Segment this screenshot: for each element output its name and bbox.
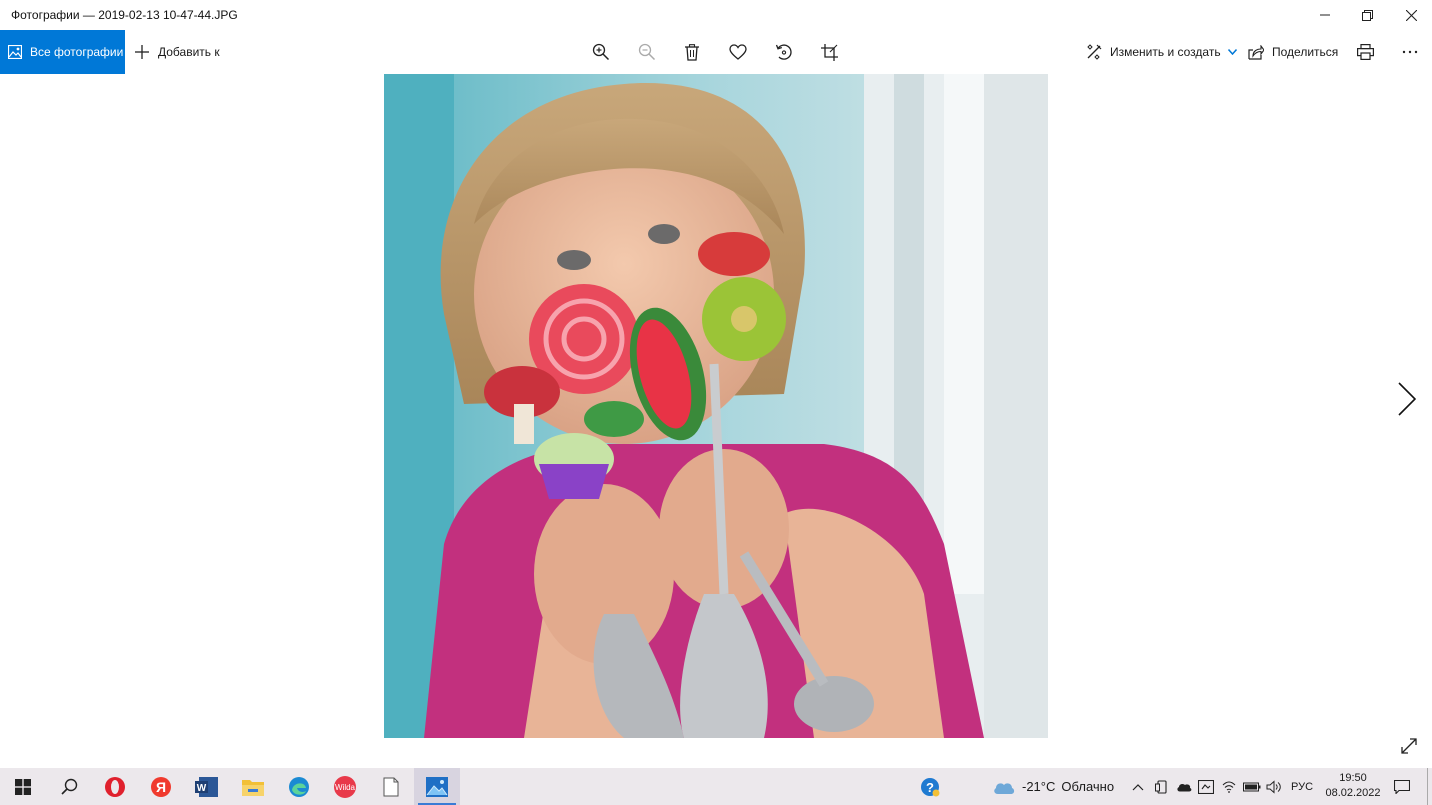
rotate-icon	[775, 44, 792, 60]
search-button[interactable]	[46, 768, 92, 805]
edit-create-label: Изменить и создать	[1110, 45, 1221, 59]
zoom-in-button[interactable]	[590, 41, 612, 63]
clock[interactable]: 19:50 08.02.2022	[1318, 771, 1388, 801]
add-to-label: Добавить к	[158, 45, 220, 59]
wifi-icon	[1222, 780, 1236, 793]
help-tray[interactable]: ?	[920, 768, 940, 805]
tray-wifi[interactable]	[1222, 768, 1236, 805]
tray-onedrive[interactable]	[1176, 768, 1192, 805]
chevron-right-icon	[1398, 382, 1416, 416]
word-icon: W	[195, 776, 218, 797]
start-icon	[15, 778, 31, 795]
fullscreen-button[interactable]	[1397, 734, 1421, 758]
delete-icon	[685, 43, 699, 61]
tray-language[interactable]: РУС	[1291, 768, 1313, 805]
tray-battery[interactable]	[1243, 768, 1261, 805]
close-icon	[1405, 9, 1417, 21]
taskbar-yandex[interactable]: Я	[138, 768, 184, 805]
phone-link-icon	[1155, 779, 1167, 794]
weather-widget[interactable]: -21°C Облачно	[992, 768, 1114, 805]
opera-icon	[105, 776, 125, 797]
close-button[interactable]	[1388, 0, 1432, 30]
zoom-out-button[interactable]	[636, 41, 658, 63]
zoom-in-icon	[592, 43, 610, 61]
chevron-up-icon	[1132, 783, 1144, 790]
more-icon	[1402, 50, 1418, 54]
minimize-button[interactable]	[1302, 0, 1348, 30]
crop-icon	[820, 43, 838, 61]
word-label: W	[197, 783, 207, 794]
notification-icon	[1394, 779, 1410, 794]
clock-date: 08.02.2022	[1325, 787, 1381, 799]
favorite-button[interactable]	[727, 41, 749, 63]
add-to-button[interactable]: Добавить к	[134, 30, 220, 74]
minimize-icon	[1320, 14, 1330, 16]
zoom-out-icon	[638, 43, 656, 61]
cloud-icon	[994, 782, 1015, 794]
tray-volume[interactable]	[1266, 768, 1282, 805]
wildberries-icon: Wilda	[334, 775, 356, 798]
taskbar-word[interactable]: W	[184, 768, 230, 805]
share-button[interactable]: Поделиться	[1248, 30, 1338, 74]
start-button[interactable]	[0, 768, 46, 805]
taskbar-opera[interactable]	[92, 768, 138, 805]
search-icon	[60, 778, 77, 795]
maximize-button[interactable]	[1344, 0, 1390, 30]
help-icon: ?	[921, 777, 940, 796]
taskbar-wildberries[interactable]: Wilda	[322, 768, 368, 805]
tray-network-app[interactable]	[1198, 768, 1214, 805]
photo-image[interactable]	[384, 74, 1048, 738]
weather-temp: -21°C	[1022, 779, 1056, 794]
rotate-button[interactable]	[773, 41, 795, 63]
tray-phone[interactable]	[1155, 768, 1169, 805]
toolbar: Все фотографии Добавить к Изменить и соз…	[0, 30, 1432, 74]
network-app-icon	[1198, 779, 1214, 794]
edit-icon	[1086, 44, 1102, 60]
language-label: РУС	[1291, 780, 1314, 793]
chevron-down-icon	[1227, 49, 1237, 55]
taskbar-file-explorer[interactable]	[230, 768, 276, 805]
print-button[interactable]	[1354, 41, 1376, 63]
plus-icon	[134, 44, 150, 60]
battery-icon	[1243, 782, 1261, 791]
title-bar: Фотографии — 2019-02-13 10-47-44.JPG	[0, 0, 1432, 30]
show-hidden-icons[interactable]	[1132, 768, 1144, 805]
weather-text: Облачно	[1061, 779, 1115, 794]
all-photos-button[interactable]: Все фотографии	[0, 30, 125, 74]
window-title: Фотографии — 2019-02-13 10-47-44.JPG	[11, 8, 238, 22]
delete-button[interactable]	[681, 41, 703, 63]
yandex-label: Я	[156, 779, 166, 795]
photo-canvas	[0, 74, 1432, 768]
clock-time: 19:50	[1339, 772, 1367, 784]
photos-icon	[426, 776, 448, 797]
heart-icon	[729, 44, 747, 60]
wild-label: Wilda	[335, 783, 356, 792]
next-photo-button[interactable]	[1392, 379, 1422, 419]
crop-button[interactable]	[818, 41, 840, 63]
volume-icon	[1266, 779, 1281, 794]
edge-icon	[289, 776, 309, 797]
fullscreen-icon	[1401, 738, 1417, 754]
all-photos-label: Все фотографии	[30, 45, 124, 59]
more-options-button[interactable]	[1399, 41, 1421, 63]
taskbar-document[interactable]	[368, 768, 414, 805]
file-explorer-icon	[242, 779, 264, 796]
taskbar: Я W Wilda ? -21°C Облачно РУС 19:50 08.0…	[0, 768, 1432, 805]
restore-icon	[1361, 9, 1373, 21]
taskbar-photos[interactable]	[414, 768, 460, 805]
show-desktop-divider[interactable]	[1427, 768, 1428, 805]
share-label: Поделиться	[1272, 45, 1339, 59]
onedrive-icon	[1177, 783, 1192, 791]
notifications-button[interactable]	[1394, 768, 1410, 805]
document-icon	[383, 777, 399, 796]
share-icon	[1248, 44, 1264, 60]
print-icon	[1356, 44, 1374, 60]
yandex-icon: Я	[151, 776, 171, 797]
taskbar-edge[interactable]	[276, 768, 322, 805]
gallery-icon	[8, 45, 22, 59]
edit-create-button[interactable]: Изменить и создать	[1086, 30, 1237, 74]
